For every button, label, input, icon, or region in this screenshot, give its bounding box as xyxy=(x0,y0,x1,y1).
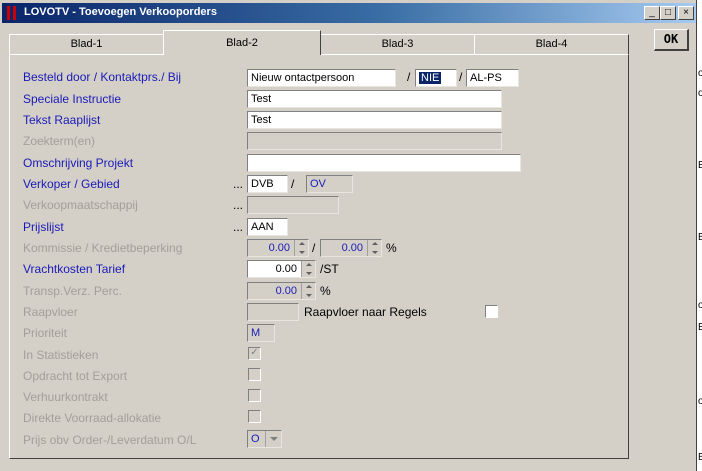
verkoopmaatschappij-label: Verkoopmaatschappij xyxy=(23,198,138,212)
direkte-voorraad-checkbox xyxy=(248,410,261,423)
separator-slash: / xyxy=(407,70,411,84)
verhuurkontrakt-label: Verhuurkontrakt xyxy=(23,390,108,404)
close-icon: × xyxy=(683,7,689,18)
prijslijst-label: Prijslijst xyxy=(23,220,64,234)
transp-verz-spinner: 0.00 xyxy=(247,282,316,300)
bg-letter: B xyxy=(698,452,702,463)
lookup-ellipsis: ... xyxy=(233,198,244,212)
prioriteit-field: M xyxy=(247,324,275,342)
prioriteit-label: Prioriteit xyxy=(23,326,68,340)
minimize-icon: _ xyxy=(649,7,655,18)
spin-arrows-icon[interactable] xyxy=(301,261,315,277)
opdracht-export-checkbox xyxy=(248,368,261,381)
percent-unit: % xyxy=(386,241,397,255)
tab-blad-2[interactable]: Blad-2 xyxy=(163,30,321,55)
lookup-ellipsis[interactable]: ... xyxy=(233,177,243,191)
bg-letter: o xyxy=(698,68,702,79)
bg-letter: o xyxy=(698,300,702,311)
omschrijving-projekt-label: Omschrijving Projekt xyxy=(23,156,134,170)
vrachtkosten-spinner[interactable]: 0.00 xyxy=(247,260,316,278)
bg-letter: E xyxy=(698,160,702,171)
direkte-voorraad-label: Direkte Voorraad-allokatie xyxy=(23,411,162,425)
percent-unit: % xyxy=(320,284,331,298)
separator-slash: / xyxy=(291,177,295,191)
besteld-door-label: Besteld door / Kontaktprs./ Bij xyxy=(23,70,182,84)
kommissie-spinner: 0.00 xyxy=(247,239,309,257)
vrachtkosten-value: 0.00 xyxy=(275,263,297,275)
verkoopmaatschappij-field xyxy=(247,196,339,214)
bg-letter: E xyxy=(698,322,702,333)
title-bar[interactable]: LOVOTV - Toevoegen Verkooporders _ □ × xyxy=(2,3,696,23)
kredietbeperking-value: 0.00 xyxy=(341,242,363,254)
in-statistieken-label: In Statistieken xyxy=(23,348,99,362)
window-title: LOVOTV - Toevoegen Verkooporders xyxy=(24,6,217,18)
kontaktpersoon-field[interactable]: Nieuw ontactpersoon xyxy=(247,69,396,87)
per-stuk-unit: /ST xyxy=(320,262,339,276)
tab-label: Blad-4 xyxy=(535,38,568,50)
spin-arrows-icon xyxy=(367,240,381,256)
lookup-ellipsis[interactable]: ... xyxy=(233,220,243,234)
verkoper-label: Verkoper / Gebied xyxy=(23,177,120,191)
prijslijst-field[interactable]: AAN xyxy=(247,218,288,236)
close-button[interactable]: × xyxy=(678,6,694,20)
transp-verz-value: 0.00 xyxy=(275,285,297,297)
spin-arrows-icon xyxy=(301,283,315,299)
tekst-raaplijst-label: Tekst Raaplijst xyxy=(23,113,101,127)
kontakt-code-value: NIE xyxy=(419,72,442,84)
omschrijving-projekt-field[interactable] xyxy=(247,154,521,172)
verhuurkontrakt-checkbox xyxy=(248,389,261,402)
maximize-button[interactable]: □ xyxy=(660,6,676,20)
minimize-button[interactable]: _ xyxy=(644,6,660,20)
kontakt-code-field[interactable]: NIE xyxy=(415,69,457,87)
app-icon[interactable] xyxy=(5,6,19,20)
verkoper-field[interactable]: DVB xyxy=(247,175,288,193)
transp-verz-label: Transp.Verz. Perc. xyxy=(23,284,122,298)
main-window: LOVOTV - Toevoegen Verkooporders _ □ × O… xyxy=(0,0,697,471)
prijs-obv-select: O xyxy=(247,430,282,448)
in-statistieken-checkbox: ✓ xyxy=(248,347,261,360)
ok-button[interactable]: OK xyxy=(654,29,689,51)
zoekterm-field xyxy=(247,132,502,150)
kredietbeperking-spinner: 0.00 xyxy=(320,239,382,257)
kommissie-value: 0.00 xyxy=(268,242,290,254)
bg-letter: o xyxy=(698,88,702,99)
tab-blad-4[interactable]: Blad-4 xyxy=(474,34,629,54)
raapvloer-label: Raapvloer xyxy=(23,305,78,319)
raapvloer-field xyxy=(247,303,299,321)
bg-letter: B xyxy=(698,232,702,243)
checkmark-icon: ✓ xyxy=(250,347,259,358)
separator-slash: / xyxy=(312,241,316,255)
gebied-field: OV xyxy=(306,175,353,193)
vrachtkosten-label: Vrachtkosten Tarief xyxy=(23,262,126,276)
raapvloer-naar-regels-checkbox[interactable] xyxy=(485,305,498,318)
zoekterm-label: Zoekterm(en) xyxy=(23,134,96,148)
chevron-down-icon xyxy=(265,431,281,447)
speciale-instructie-field[interactable]: Test xyxy=(247,90,502,108)
tab-label: Blad-3 xyxy=(381,38,414,50)
spin-arrows-icon xyxy=(294,240,308,256)
prijs-obv-value: O xyxy=(251,433,260,445)
bij-field[interactable]: AL-PS xyxy=(466,69,519,87)
maximize-icon: □ xyxy=(664,7,672,18)
tab-label: Blad-2 xyxy=(226,37,258,49)
raapvloer-naar-regels-label: Raapvloer naar Regels xyxy=(304,305,427,319)
prijs-obv-label: Prijs obv Order-/Leverdatum O/L xyxy=(23,433,197,447)
opdracht-export-label: Opdracht tot Export xyxy=(23,369,128,383)
tekst-raaplijst-field[interactable]: Test xyxy=(247,111,502,129)
speciale-instructie-label: Speciale Instructie xyxy=(23,92,122,106)
kommissie-label: Kommissie / Kredietbeperking xyxy=(23,241,183,255)
tab-blad-3[interactable]: Blad-3 xyxy=(320,34,475,54)
tab-label: Blad-1 xyxy=(70,38,103,50)
separator-slash: / xyxy=(459,70,463,84)
bg-letter: o xyxy=(698,396,702,407)
tab-blad-1[interactable]: Blad-1 xyxy=(9,34,164,54)
